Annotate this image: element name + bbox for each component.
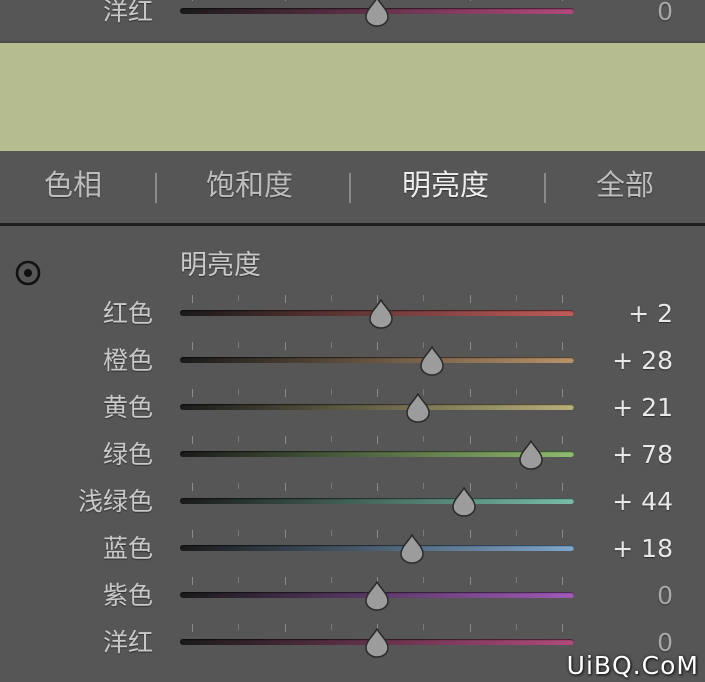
slider-track-wrap[interactable] (180, 482, 574, 522)
tab-divider (155, 173, 157, 203)
slider-label: 黄色 (102, 393, 153, 422)
slider-track-wrap[interactable] (180, 623, 574, 663)
slider-ticks (180, 342, 574, 350)
tab-bar-underline (0, 223, 705, 226)
slider-ticks (180, 436, 574, 444)
slider-label: 洋红 (102, 0, 153, 26)
hsl-panel: 色相 饱和度 明亮度 全部 明亮度 红色 + 2 橙色 + 28 黄色 + 21 绿色 + 7… (0, 151, 705, 682)
slider-label: 蓝色 (102, 534, 153, 563)
slider-value: 0 (657, 0, 673, 26)
slider-row-yellow: 黄色 + 21 (0, 388, 705, 428)
slider-value: + 18 (612, 534, 673, 563)
slider-ticks (180, 389, 574, 397)
hsl-tab-bar: 色相 饱和度 明亮度 全部 (0, 151, 705, 226)
slider-ticks (180, 530, 574, 538)
slider-track[interactable] (180, 357, 574, 363)
slider-thumb[interactable] (364, 628, 390, 658)
slider-value: + 2 (628, 299, 673, 328)
slider-row-magenta-top: 洋红 0 (0, 0, 705, 32)
slider-label: 紫色 (102, 581, 153, 610)
slider-row-red: 红色 + 2 (0, 294, 705, 334)
tab-luminance[interactable]: 明亮度 (402, 151, 489, 223)
slider-track-wrap[interactable] (180, 341, 574, 381)
tab-divider (349, 173, 351, 203)
slider-label: 绿色 (102, 440, 153, 469)
target-adjust-icon[interactable] (13, 258, 43, 288)
slider-thumb[interactable] (364, 581, 390, 611)
slider-track[interactable] (180, 545, 574, 551)
slider-label: 橙色 (102, 346, 153, 375)
slider-track[interactable] (180, 451, 574, 457)
slider-thumb[interactable] (518, 440, 544, 470)
slider-track[interactable] (180, 498, 574, 504)
section-heading: 明亮度 (180, 250, 261, 281)
slider-track-wrap[interactable] (180, 0, 574, 32)
slider-track-wrap[interactable] (180, 388, 574, 428)
slider-value: + 78 (612, 440, 673, 469)
slider-row-orange: 橙色 + 28 (0, 341, 705, 381)
slider-thumb[interactable] (368, 299, 394, 329)
slider-track-wrap[interactable] (180, 576, 574, 616)
slider-track-wrap[interactable] (180, 294, 574, 334)
slider-label: 浅绿色 (77, 487, 153, 516)
slider-row-green: 绿色 + 78 (0, 435, 705, 475)
slider-value: 0 (657, 581, 673, 610)
slider-track-wrap[interactable] (180, 529, 574, 569)
tab-hue[interactable]: 色相 (44, 151, 102, 223)
slider-label: 洋红 (102, 628, 153, 657)
slider-value: + 28 (612, 346, 673, 375)
tab-divider (544, 173, 546, 203)
slider-track[interactable] (180, 404, 574, 410)
slider-row-blue: 蓝色 + 18 (0, 529, 705, 569)
slider-value: + 21 (612, 393, 673, 422)
tab-all[interactable]: 全部 (596, 151, 654, 223)
previous-panel: 洋红 0 (0, 0, 705, 43)
slider-value: + 44 (612, 487, 673, 516)
slider-thumb[interactable] (399, 534, 425, 564)
slider-row-purple: 紫色 0 (0, 576, 705, 616)
slider-thumb[interactable] (419, 346, 445, 376)
slider-thumb[interactable] (364, 0, 390, 27)
tab-saturation[interactable]: 饱和度 (206, 151, 293, 223)
watermark: UiBQ.CoM (566, 651, 699, 680)
slider-label: 红色 (102, 299, 153, 328)
slider-thumb[interactable] (451, 487, 477, 517)
slider-track-wrap[interactable] (180, 435, 574, 475)
slider-thumb[interactable] (405, 393, 431, 423)
slider-row-aqua: 浅绿色 + 44 (0, 482, 705, 522)
slider-ticks (180, 483, 574, 491)
